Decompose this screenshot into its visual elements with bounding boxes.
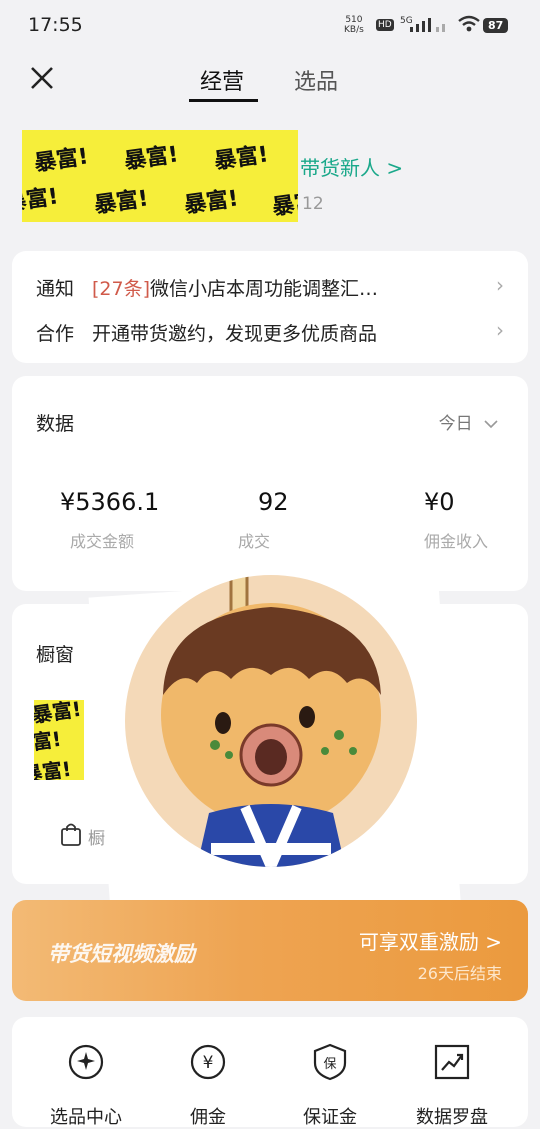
network-speed-value: 510 (345, 15, 363, 25)
tool-commission[interactable]: ¥ 佣金 (158, 1043, 258, 1129)
profile-name-sticker: 暴富! 暴富! 暴富! 暴富! 暴富! 暴富! 暴富! (22, 130, 298, 222)
sticker-text: 暴富! (34, 726, 63, 758)
chevron-right-icon: › (496, 318, 504, 342)
top-bar: 经营 选品 (0, 52, 540, 112)
sticker-text: 暴富! (270, 188, 298, 221)
signal-icon (410, 18, 445, 32)
sticker-text: 暴富! (92, 186, 150, 219)
banner-countdown: 26天后结束 (417, 964, 502, 983)
notice-row[interactable]: 通知 [27条]微信小店本周功能调整汇… (36, 274, 378, 301)
network-speed-unit: KB/s (344, 25, 364, 35)
metric-label: 佣金收入 (424, 532, 489, 551)
wifi-icon (458, 15, 480, 32)
period-label: 今日 (438, 414, 473, 434)
metric-value: ¥0 (424, 488, 455, 516)
status-bar: 17:55 510 KB/s HD 5G 87 (0, 0, 540, 52)
cooperation-key: 合作 (36, 323, 75, 345)
shelf-title: 橱窗 (36, 644, 75, 666)
newbie-link[interactable]: 带货新人 > (300, 152, 403, 181)
network-speed: 510 KB/s (344, 15, 364, 35)
cooperation-text: 开通带货邀约，发现更多优质商品 (92, 323, 378, 345)
metric-value: ¥5366.1 (60, 488, 160, 516)
metric-value: 92 (258, 488, 289, 516)
notice-count-tag: [27条] (92, 278, 151, 300)
status-time: 17:55 (28, 14, 83, 36)
character-illustration (161, 575, 381, 867)
shelf-product-sticker: 暴富! 暴富! 暴富! (34, 700, 84, 780)
shopping-bag-icon (61, 823, 81, 846)
close-icon[interactable] (28, 64, 58, 94)
tool-label: 保证金 (303, 1107, 357, 1128)
profile-sub-number: 12 (302, 194, 324, 214)
video-incentive-banner[interactable]: 带货短视频激励 可享双重激励 > 26天后结束 (12, 900, 528, 1001)
tool-label: 选品中心 (50, 1107, 122, 1128)
yen-icon: ¥ (190, 1044, 226, 1080)
tool-product-center[interactable]: 选品中心 (36, 1043, 136, 1129)
chevron-right-icon: › (496, 273, 504, 297)
shield-icon: 保 (313, 1043, 347, 1081)
sparkle-hand-icon (68, 1044, 104, 1080)
metric-label: 成交 (238, 532, 271, 551)
tool-label: 数据罗盘 (416, 1107, 488, 1128)
svg-text:保: 保 (323, 1057, 336, 1072)
banner-title: 带货短视频激励 (48, 942, 195, 966)
sticker-text: 暴富! (182, 186, 240, 219)
battery-icon: 87 (483, 18, 509, 33)
notice-card: 通知 [27条]微信小店本周功能调整汇… › 合作 开通带货邀约，发现更多优质商品 … (12, 251, 528, 363)
data-card: 数据 今日 ¥5366.1 成交金额 92 成交 ¥0 佣金收入 (12, 376, 528, 591)
banner-cta: 可享双重激励 > (358, 930, 502, 954)
sticker-text: 暴富! (22, 184, 60, 217)
notice-key: 通知 (36, 278, 75, 300)
tab-product-selection[interactable]: 选品 (294, 64, 338, 96)
sticker-text: 暴富! (122, 142, 180, 175)
period-selector[interactable]: 今日 (439, 409, 498, 434)
metric-label: 成交金额 (70, 532, 135, 551)
notice-text: 微信小店本周功能调整汇… (150, 278, 379, 300)
data-title: 数据 (36, 413, 75, 435)
cooperation-row[interactable]: 合作 开通带货邀约，发现更多优质商品 (36, 319, 377, 346)
chart-icon (434, 1044, 470, 1080)
sticker-text: 暴富! (32, 144, 90, 177)
sticker-text: 暴富! (212, 142, 270, 175)
tab-business[interactable]: 经营 (200, 64, 244, 96)
sticker-text: 暴富! (34, 756, 73, 780)
tool-data-compass[interactable]: 数据罗盘 (402, 1043, 502, 1129)
tools-card: 选品中心 ¥ 佣金 保 保证金 数据罗盘 (12, 1017, 528, 1129)
tool-label: 佣金 (190, 1107, 226, 1128)
chevron-down-icon (484, 420, 498, 429)
active-tab-indicator (189, 99, 258, 102)
svg-text:¥: ¥ (203, 1053, 214, 1073)
tool-deposit[interactable]: 保 保证金 (280, 1043, 380, 1129)
character-avatar-image (125, 575, 417, 867)
hd-icon: HD (376, 19, 394, 31)
